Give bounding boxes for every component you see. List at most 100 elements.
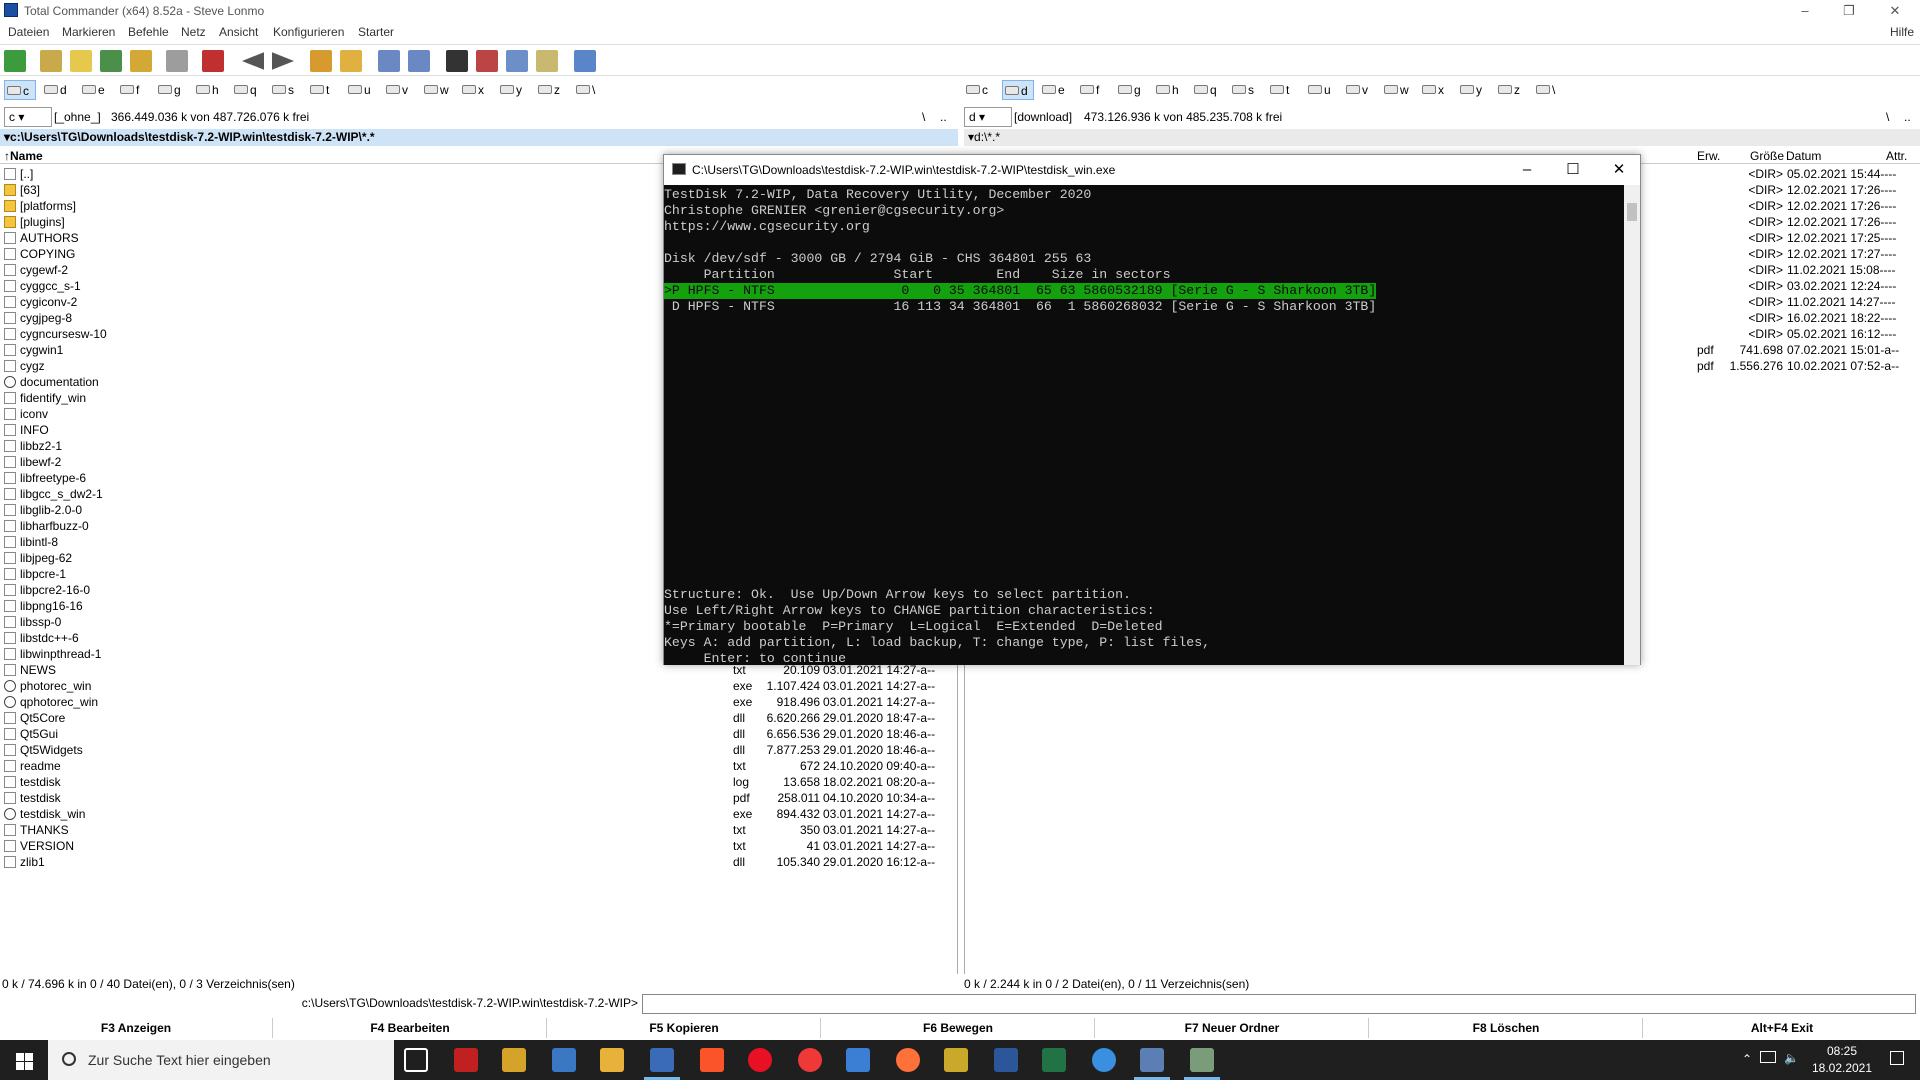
forward-icon[interactable] xyxy=(272,52,294,70)
right-col-date[interactable]: Datum xyxy=(1786,148,1821,164)
right-col-attr[interactable]: Attr. xyxy=(1886,148,1907,164)
right-drive-c[interactable]: c xyxy=(964,80,996,100)
console-close-button[interactable]: ✕ xyxy=(1596,155,1642,185)
alt-f4-exit-button[interactable]: Alt+F4 Exit xyxy=(1644,1018,1920,1038)
clock-date[interactable]: 18.02.2021 xyxy=(1806,1061,1878,1075)
right-drive-d[interactable]: d xyxy=(1002,80,1034,100)
right-drive-q[interactable]: q xyxy=(1192,80,1224,100)
tree-icon[interactable] xyxy=(130,50,152,72)
right-col-size[interactable]: Größe xyxy=(1750,148,1784,164)
left-file-row[interactable]: testdisk_win exe 894.432 03.01.2021 14:27-a… xyxy=(0,806,958,822)
command-input[interactable] xyxy=(642,994,1916,1014)
right-drive-f[interactable]: f xyxy=(1078,80,1110,100)
search-icon[interactable] xyxy=(446,50,468,72)
scrollbar-thumb[interactable] xyxy=(1627,203,1637,221)
left-parent-button[interactable]: .. xyxy=(940,107,947,127)
app-printer-icon[interactable] xyxy=(1140,1048,1164,1072)
left-file-row[interactable]: THANKS txt 350 03.01.2021 14:27-a-- xyxy=(0,822,958,838)
app-feather-icon[interactable] xyxy=(502,1048,526,1072)
sync-icon[interactable] xyxy=(506,50,528,72)
left-drive-e[interactable]: e xyxy=(80,80,112,100)
left-drive-w[interactable]: w xyxy=(422,80,454,100)
right-drive-g[interactable]: g xyxy=(1116,80,1148,100)
console-minimize-button[interactable]: – xyxy=(1504,155,1550,185)
terminal-scrollbar[interactable] xyxy=(1624,185,1640,665)
menu-markieren[interactable]: Markieren xyxy=(62,25,115,39)
app-yellow-icon[interactable] xyxy=(944,1048,968,1072)
left-drive-c[interactable]: c xyxy=(4,80,36,100)
left-file-row[interactable]: readme txt 672 24.10.2020 09:40-a-- xyxy=(0,758,958,774)
vivaldi-icon[interactable] xyxy=(798,1048,822,1072)
left-drive-g[interactable]: g xyxy=(156,80,188,100)
left-drive-u[interactable]: u xyxy=(346,80,378,100)
right-root-button[interactable]: \ xyxy=(1886,107,1889,127)
thumbnail-icon[interactable] xyxy=(100,50,122,72)
ftp-icon[interactable] xyxy=(378,50,400,72)
volume-icon[interactable]: 🔈 xyxy=(1784,1051,1799,1065)
right-drive-y[interactable]: y xyxy=(1458,80,1490,100)
excel-icon[interactable] xyxy=(1042,1048,1066,1072)
terminal-output[interactable]: TestDisk 7.2-WIP, Data Recovery Utility,… xyxy=(664,185,1624,665)
left-drive-v[interactable]: v xyxy=(384,80,416,100)
right-drive-v[interactable]: v xyxy=(1344,80,1376,100)
opera-icon[interactable] xyxy=(748,1048,772,1072)
network-icon[interactable] xyxy=(1760,1051,1776,1063)
full-view-icon[interactable] xyxy=(70,50,92,72)
left-path-bar[interactable]: ▾c:\Users\TG\Downloads\testdisk-7.2-WIP.… xyxy=(0,129,958,146)
compare-icon[interactable] xyxy=(536,50,558,72)
right-drive-network[interactable]: \ xyxy=(1534,80,1566,100)
f4-edit-button[interactable]: F4 Bearbeiten xyxy=(274,1018,547,1038)
left-file-row[interactable]: VERSION txt 41 03.01.2021 14:27-a-- xyxy=(0,838,958,854)
left-drive-t[interactable]: t xyxy=(308,80,340,100)
testdisk-icon[interactable] xyxy=(1190,1048,1214,1072)
left-col-name[interactable]: ↑Name xyxy=(4,148,43,164)
menu-konfigurieren[interactable]: Konfigurieren xyxy=(273,25,344,39)
minimize-button[interactable]: – xyxy=(1782,0,1828,22)
left-drive-d[interactable]: d xyxy=(42,80,74,100)
refresh-icon[interactable] xyxy=(4,50,26,72)
rename-icon[interactable] xyxy=(476,50,498,72)
brief-view-icon[interactable] xyxy=(40,50,62,72)
left-drive-q[interactable]: q xyxy=(232,80,264,100)
right-drive-t[interactable]: t xyxy=(1268,80,1300,100)
app-lightning-icon[interactable] xyxy=(1092,1048,1116,1072)
notification-icon[interactable] xyxy=(1890,1051,1904,1065)
left-drive-x[interactable]: x xyxy=(460,80,492,100)
left-file-row[interactable]: testdisk log 13.658 18.02.2021 08:20-a-- xyxy=(0,774,958,790)
right-drive-combo[interactable]: d ▾ xyxy=(964,107,1012,127)
right-drive-u[interactable]: u xyxy=(1306,80,1338,100)
right-col-ext[interactable]: Erw. xyxy=(1697,148,1720,164)
right-drive-h[interactable]: h xyxy=(1154,80,1186,100)
left-file-row[interactable]: Qt5Widgets dll 7.877.253 29.01.2020 18:46-a… xyxy=(0,742,958,758)
console-maximize-button[interactable]: ☐ xyxy=(1550,155,1596,185)
left-file-row[interactable]: photorec_win exe 1.107.424 03.01.2021 14:27… xyxy=(0,678,958,694)
back-icon[interactable] xyxy=(242,52,264,70)
mail-icon[interactable] xyxy=(846,1048,870,1072)
left-drive-y[interactable]: y xyxy=(498,80,530,100)
clock-time[interactable]: 08:25 xyxy=(1812,1044,1872,1058)
unpack-icon[interactable] xyxy=(340,50,362,72)
left-root-button[interactable]: \ xyxy=(922,107,925,127)
menu-hilfe[interactable]: Hilfe xyxy=(1890,25,1914,39)
notepad-icon[interactable] xyxy=(574,50,596,72)
left-file-row[interactable]: zlib1 dll 105.340 29.01.2020 16:12-a-- xyxy=(0,854,958,870)
right-drive-x[interactable]: x xyxy=(1420,80,1452,100)
total-commander-icon[interactable] xyxy=(650,1048,674,1072)
app-red-icon[interactable] xyxy=(454,1048,478,1072)
right-drive-w[interactable]: w xyxy=(1382,80,1414,100)
left-file-row[interactable]: testdisk pdf 258.011 04.10.2020 10:34-a-- xyxy=(0,790,958,806)
menu-dateien[interactable]: Dateien xyxy=(8,25,49,39)
right-drive-z[interactable]: z xyxy=(1496,80,1528,100)
brave-icon[interactable] xyxy=(700,1048,724,1072)
menu-ansicht[interactable]: Ansicht xyxy=(219,25,258,39)
left-file-row[interactable]: qphotorec_win exe 918.496 03.01.2021 14:27-… xyxy=(0,694,958,710)
f5-copy-button[interactable]: F5 Kopieren xyxy=(548,1018,821,1038)
left-file-row[interactable]: Qt5Core dll 6.620.266 29.01.2020 18:47-a-- xyxy=(0,710,958,726)
left-drive-f[interactable]: f xyxy=(118,80,150,100)
left-drive-combo[interactable]: c ▾ xyxy=(4,107,52,127)
select-icon[interactable] xyxy=(202,50,224,72)
menu-starter[interactable]: Starter xyxy=(358,25,394,39)
menu-befehle[interactable]: Befehle xyxy=(128,25,169,39)
pack-icon[interactable] xyxy=(310,50,332,72)
f6-move-button[interactable]: F6 Bewegen xyxy=(822,1018,1095,1038)
